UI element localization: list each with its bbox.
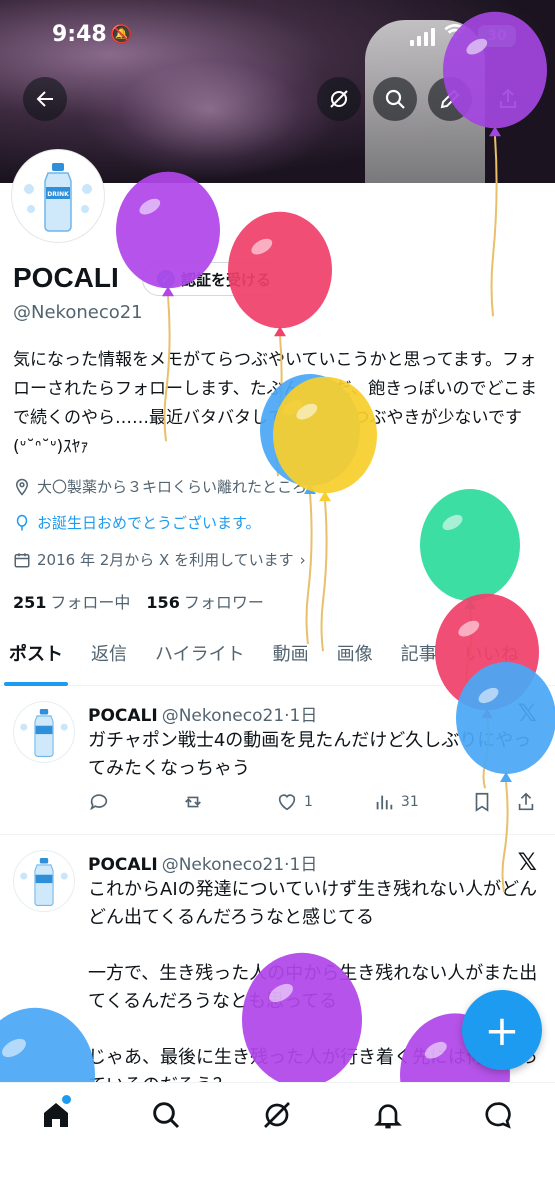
- x-logo-icon: 𝕏: [517, 699, 537, 727]
- get-verified-label: 認証を受ける: [181, 270, 272, 289]
- water-bottle-icon: [20, 708, 68, 757]
- reply-icon: [90, 794, 108, 811]
- calendar-icon: [14, 552, 30, 567]
- tab-videos[interactable]: 動画: [273, 630, 309, 686]
- compose-post-button[interactable]: +: [462, 990, 542, 1070]
- grok-button[interactable]: [317, 77, 361, 121]
- back-button[interactable]: [23, 77, 67, 121]
- heart-icon: [278, 794, 296, 811]
- views-chart-icon: [376, 795, 393, 810]
- following-count: 251: [13, 593, 47, 612]
- tab-likes[interactable]: いいね: [465, 630, 519, 686]
- post-header: POCALI @Nekoneco21·1日: [88, 850, 317, 875]
- back-icon: [36, 91, 53, 107]
- post-share-button[interactable]: [515, 791, 537, 813]
- edit-icon: [440, 89, 460, 109]
- follow-stats: 251 フォロー中 156 フォロワー: [13, 589, 264, 613]
- nav-home[interactable]: [40, 1095, 72, 1131]
- tab-posts[interactable]: ポスト: [4, 630, 68, 686]
- like-count: 1: [304, 794, 313, 810]
- post-meta: @Nekoneco21·1日: [161, 706, 318, 726]
- post-actions: 1 31: [88, 791, 543, 813]
- svg-text:DRINK: DRINK: [47, 191, 69, 198]
- joined-text: 2016 年 2月から X を利用しています: [37, 551, 294, 569]
- location-text: 大〇製薬から３キロくらい離れたところ: [37, 478, 308, 496]
- balloon-icon: [16, 514, 28, 530]
- nav-notifications[interactable]: [372, 1099, 404, 1131]
- search-icon: [153, 1102, 180, 1129]
- chevron-right-icon: ›: [299, 550, 306, 569]
- profile-bio: 気になった情報をメモがてらつぶやいていこうかと思ってます。フォローされたらフォロ…: [13, 350, 537, 457]
- notifications-icon: [374, 1104, 402, 1129]
- bookmark-icon: [475, 792, 489, 812]
- water-bottle-icon: [20, 857, 68, 906]
- post-header: POCALI @Nekoneco21·1日: [88, 701, 317, 726]
- mute-bell-icon: 🔕: [110, 24, 133, 45]
- bottom-navigation: [0, 1082, 555, 1200]
- x-logo-icon: 𝕏: [517, 848, 537, 876]
- wifi-icon: [444, 22, 466, 47]
- profile-location: 大〇製薬から３キロくらい離れたところ: [13, 476, 307, 497]
- like-button[interactable]: 1: [276, 791, 313, 813]
- following-label: フォロー中: [50, 593, 131, 612]
- profile-name: POCALI: [13, 262, 119, 293]
- share-button[interactable]: [486, 77, 530, 121]
- messages-icon: [485, 1102, 511, 1129]
- tab-replies[interactable]: 返信: [91, 630, 127, 686]
- bookmark-button[interactable]: [471, 791, 493, 813]
- unread-dot: [62, 1095, 71, 1104]
- profile-tabs: ポスト 返信 ハイライト 動画 画像 記事 いいね: [0, 630, 555, 686]
- verified-badge-icon: ✓: [157, 270, 175, 288]
- grok-icon: [264, 1102, 290, 1128]
- post-author-name[interactable]: POCALI: [88, 706, 158, 726]
- post-avatar[interactable]: [13, 850, 75, 912]
- signal-icon: [410, 26, 435, 46]
- water-bottle-icon: DRINK: [24, 163, 92, 232]
- nav-search[interactable]: [150, 1099, 182, 1131]
- banner-nebula: [80, 40, 340, 180]
- followers-link[interactable]: 156 フォロワー: [146, 589, 263, 613]
- share-icon: [518, 792, 533, 811]
- status-time: 9:48: [52, 22, 107, 47]
- edit-button[interactable]: [428, 77, 472, 121]
- reply-button[interactable]: [88, 791, 110, 813]
- grok-icon: [330, 90, 348, 108]
- profile-birthday[interactable]: お誕生日おめでとうございます。: [13, 512, 261, 533]
- share-icon: [500, 88, 516, 108]
- tab-articles[interactable]: 記事: [401, 630, 437, 686]
- profile-handle: @Nekoneco21: [13, 302, 143, 323]
- tab-highlights[interactable]: ハイライト: [155, 630, 245, 686]
- battery-indicator: 30: [478, 25, 516, 47]
- view-count: 31: [400, 794, 419, 810]
- location-pin-icon: [15, 478, 29, 496]
- followers-count: 156: [146, 593, 180, 612]
- profile-joined[interactable]: 2016 年 2月から X を利用しています ›: [13, 549, 306, 570]
- nav-grok[interactable]: [261, 1099, 293, 1131]
- tab-media[interactable]: 画像: [337, 630, 373, 686]
- profile-avatar[interactable]: DRINK: [12, 150, 104, 242]
- repost-button[interactable]: [182, 791, 204, 813]
- post-author-name[interactable]: POCALI: [88, 855, 158, 875]
- post-item[interactable]: POCALI @Nekoneco21·1日 𝕏 ガチャポン戦士4の動画を見たんだけ…: [0, 687, 555, 835]
- post-meta: @Nekoneco21·1日: [161, 855, 318, 875]
- following-link[interactable]: 251 フォロー中: [13, 589, 130, 613]
- post-text: ガチャポン戦士4の動画を見たんだけど久しぶりにやってみたくなっちゃう: [88, 730, 532, 779]
- repost-icon: [185, 796, 201, 808]
- followers-label: フォロワー: [183, 593, 264, 612]
- status-bar: 9:48 🔕 30: [0, 20, 555, 54]
- views-button[interactable]: 31: [373, 791, 419, 813]
- post-avatar[interactable]: [13, 701, 75, 763]
- search-icon: [385, 89, 405, 109]
- nav-messages[interactable]: [482, 1099, 514, 1131]
- search-button[interactable]: [373, 77, 417, 121]
- birthday-text: お誕生日おめでとうございます。: [37, 514, 261, 532]
- get-verified-button[interactable]: ✓ 認証を受ける: [142, 262, 287, 296]
